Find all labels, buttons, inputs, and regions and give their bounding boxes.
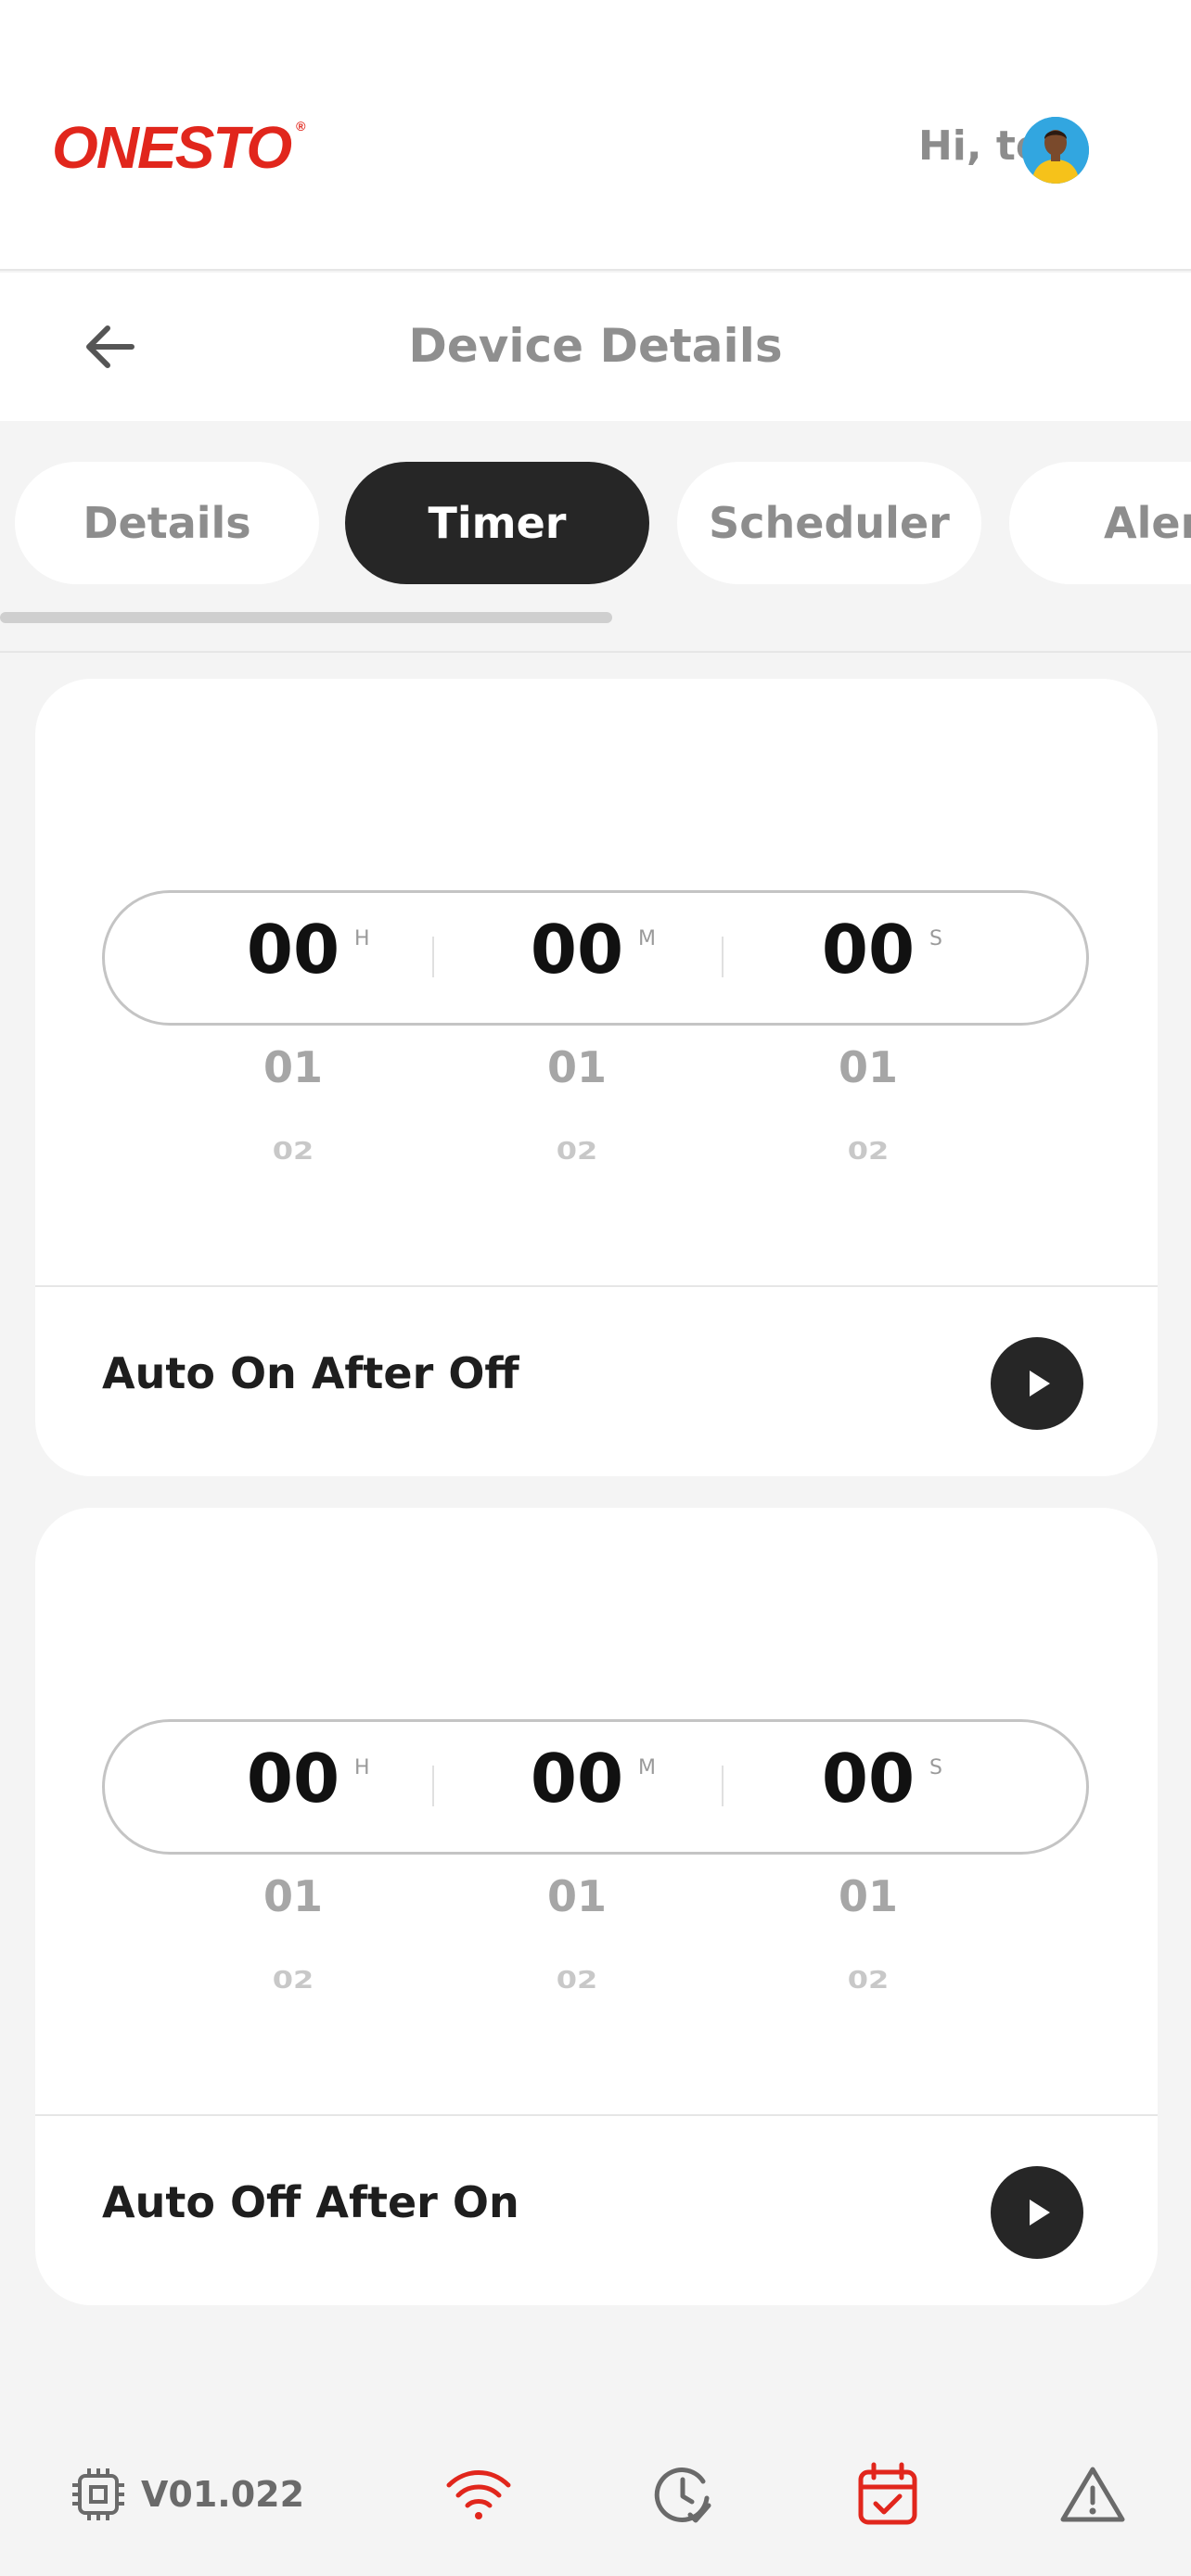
user-avatar[interactable] xyxy=(1022,117,1089,184)
start-timer-button[interactable] xyxy=(991,1337,1083,1430)
tab-details[interactable]: Details xyxy=(15,462,319,584)
firmware-version: V01.022 xyxy=(141,2474,305,2515)
card-divider xyxy=(35,1285,1158,1287)
nav-item-firmware[interactable]: V01.022 xyxy=(69,2457,304,2531)
seconds-after-next: 02 xyxy=(847,1136,890,1166)
seconds-unit: S xyxy=(929,1756,942,1779)
column-separator xyxy=(722,937,724,977)
timer-card-auto-on: 00 01 02 H 00 01 02 M 00 01 02 S Auto On… xyxy=(35,679,1158,1476)
tab-alerts[interactable]: Aler xyxy=(1009,462,1191,584)
minutes-unit: M xyxy=(638,1756,656,1779)
play-icon xyxy=(1030,1371,1050,1396)
registered-mark: ® xyxy=(296,119,305,134)
nav-item-schedule[interactable] xyxy=(855,2457,920,2531)
calendar-check-icon xyxy=(858,2462,917,2525)
tab-timer[interactable]: Timer xyxy=(345,462,649,584)
seconds-next: 01 xyxy=(838,1871,898,1921)
seconds-after-next: 02 xyxy=(847,1965,890,1995)
nav-item-timer-history[interactable] xyxy=(649,2457,716,2531)
hours-next: 01 xyxy=(263,1871,323,1921)
column-separator xyxy=(432,1766,434,1806)
page-header: Device Details xyxy=(0,273,1191,421)
wifi-icon xyxy=(446,2470,511,2519)
avatar-person-icon xyxy=(1022,117,1089,184)
card-divider xyxy=(35,2114,1158,2116)
minutes-after-next: 02 xyxy=(556,1136,598,1166)
seconds-unit: S xyxy=(929,927,942,950)
nav-item-wifi[interactable] xyxy=(443,2457,514,2531)
timer-card-auto-off: 00 01 02 H 00 01 02 M 00 01 02 S Auto Of… xyxy=(35,1508,1158,2305)
brand-logo: ONESTO ® xyxy=(52,113,306,182)
nav-item-alerts[interactable] xyxy=(1059,2457,1126,2531)
timer-label: Auto Off After On xyxy=(102,2177,519,2227)
column-separator xyxy=(432,937,434,977)
seconds-next: 01 xyxy=(838,1042,898,1092)
column-separator xyxy=(722,1766,724,1806)
minutes-unit: M xyxy=(638,927,656,950)
minutes-next: 01 xyxy=(546,1042,607,1092)
minutes-after-next: 02 xyxy=(556,1965,598,1995)
hours-after-next: 02 xyxy=(272,1136,314,1166)
warning-icon xyxy=(1060,2467,1125,2522)
minutes-next: 01 xyxy=(546,1871,607,1921)
start-timer-button[interactable] xyxy=(991,2166,1083,2259)
clock-check-icon xyxy=(654,2468,711,2523)
brand-logo-text: ONESTO xyxy=(52,114,292,181)
play-icon xyxy=(1030,2200,1050,2225)
hours-after-next: 02 xyxy=(272,1965,314,1995)
hours-unit: H xyxy=(354,927,370,950)
tab-bar: Details Timer Scheduler Aler xyxy=(0,462,1191,584)
tab-scheduler[interactable]: Scheduler xyxy=(677,462,981,584)
hours-unit: H xyxy=(354,1756,370,1779)
divider xyxy=(0,651,1191,653)
timer-label: Auto On After Off xyxy=(102,1348,519,1398)
tabs-scrollbar[interactable] xyxy=(0,612,612,623)
hours-next: 01 xyxy=(263,1042,323,1092)
page-title: Device Details xyxy=(408,319,783,373)
bottom-nav: V01.022 xyxy=(0,2420,1191,2576)
chip-icon xyxy=(72,2468,124,2520)
top-bar: ONESTO ® Hi, test xyxy=(0,0,1191,271)
